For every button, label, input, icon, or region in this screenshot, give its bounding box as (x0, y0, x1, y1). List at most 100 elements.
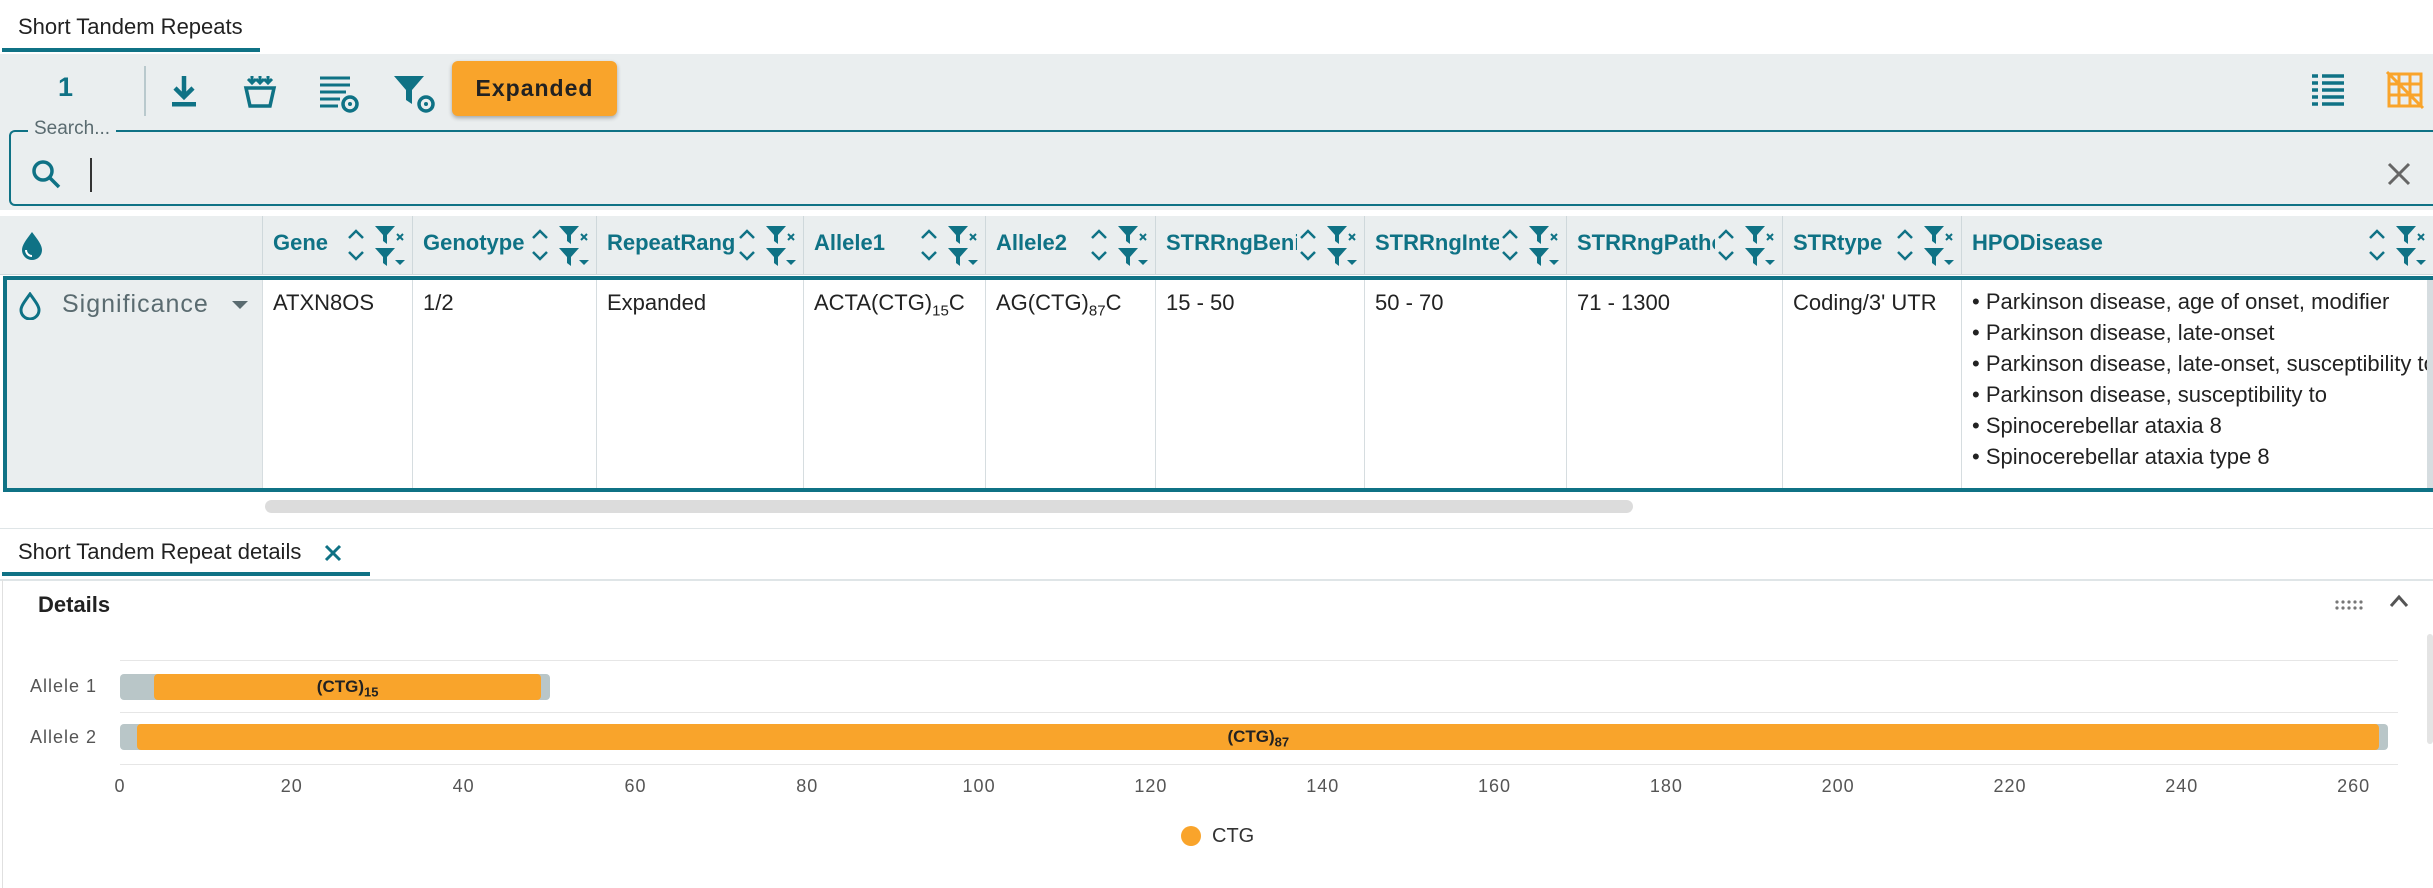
column-label: STRRngInter… (1375, 230, 1499, 255)
download-icon[interactable] (160, 68, 208, 116)
allele2-count: 87 (1088, 302, 1106, 320)
list-view-icon[interactable] (2310, 70, 2346, 110)
tab-short-tandem-repeats[interactable]: Short Tandem Repeats (2, 6, 260, 52)
repeat-label: (CTG) (1227, 727, 1275, 746)
column-label: STRRngPatho (1577, 230, 1715, 255)
cell-benign: 15 - 50 (1155, 280, 1364, 488)
sort-filter-icon[interactable] (732, 220, 802, 270)
horizontal-scrollbar[interactable] (265, 500, 1633, 513)
hpo-item: • Parkinson disease, late-onset, suscept… (1972, 351, 2427, 376)
sort-filter-icon[interactable] (1084, 220, 1154, 270)
chart-gridline (120, 764, 2398, 765)
search-input[interactable] (90, 158, 2346, 192)
hpo-item: • Spinocerebellar ataxia 8 (1972, 413, 2222, 438)
cell-repeat-range: Expanded (596, 280, 803, 488)
expanded-filter-button[interactable]: Expanded (452, 61, 617, 116)
legend-marker-ctg[interactable] (1181, 826, 1201, 846)
cell-gene: ATXN8OS (262, 280, 412, 488)
hpo-item: • Spinocerebellar ataxia type 8 (1972, 444, 2270, 469)
clear-search-icon[interactable] (2385, 160, 2413, 188)
column-settings-icon[interactable] (314, 68, 362, 116)
column-label: STRtype (1793, 230, 1883, 255)
grid-off-icon[interactable] (2385, 70, 2425, 110)
x-tick-label: 0 (114, 776, 126, 796)
search-label: Search... (28, 118, 117, 140)
allele-2-label: Allele 2 (30, 727, 98, 747)
drag-handle-icon[interactable] (2334, 598, 2364, 612)
sort-filter-icon[interactable] (1890, 220, 1960, 270)
repeat-count: 15 (364, 684, 379, 700)
details-title: Details (38, 592, 111, 617)
details-scrollbar[interactable] (2427, 634, 2433, 744)
allele2-prefix: AG(CTG) (996, 290, 1089, 315)
x-tick-label: 200 (1821, 776, 1855, 796)
column-header-strtype[interactable]: STRtype (1782, 216, 1961, 274)
toolbar-divider (144, 66, 146, 116)
vertical-scrollbar[interactable] (2427, 280, 2433, 488)
cell-genotype: 1/2 (412, 280, 596, 488)
repeat-bar-ctg[interactable]: (CTG)15 (154, 674, 541, 700)
cell-pathogenic: 71 - 1300 (1566, 280, 1782, 488)
column-header-gene[interactable]: Gene (262, 216, 412, 274)
x-tick-label: 120 (1134, 776, 1168, 796)
sort-filter-icon[interactable] (1495, 220, 1565, 270)
chevron-down-icon[interactable] (230, 298, 250, 312)
column-label: RepeatRange… (607, 230, 736, 255)
hpo-item: • Parkinson disease, susceptibility to (1972, 382, 2327, 407)
sort-filter-icon[interactable] (1293, 220, 1363, 270)
sort-filter-icon[interactable] (2362, 220, 2432, 270)
column-header-allele1[interactable]: Allele1 (803, 216, 985, 274)
allele1-prefix: ACTA(CTG) (814, 290, 933, 315)
x-tick-label: 20 (280, 776, 303, 796)
tab-str-details[interactable]: Short Tandem Repeat details (2, 532, 370, 576)
sort-filter-icon[interactable] (914, 220, 984, 270)
x-tick-label: 80 (796, 776, 819, 796)
sort-filter-icon[interactable] (341, 220, 411, 270)
cell-intermediate: 50 - 70 (1364, 280, 1566, 488)
allele2-suffix: C (1105, 290, 1122, 315)
column-label: HPODisease (1972, 230, 2103, 255)
sort-filter-icon[interactable] (525, 220, 595, 270)
column-header-genotype[interactable]: Genotype (412, 216, 596, 274)
column-label: Genotype (423, 230, 525, 255)
search-icon (32, 160, 61, 189)
repeat-bar-ctg[interactable]: (CTG)87 (137, 724, 2380, 750)
column-header-str-pathogenic[interactable]: STRRngPatho (1566, 216, 1782, 274)
repeat-count: 87 (1274, 734, 1290, 750)
x-tick-label: 180 (1649, 776, 1683, 796)
cell-hpo-disease: • Parkinson disease, age of onset, modif… (1961, 280, 2427, 488)
column-label: STRRngBenign (1166, 230, 1297, 255)
details-tab-label: Short Tandem Repeat details (18, 539, 302, 564)
chart-gridline (120, 712, 2398, 713)
drop-icon (19, 292, 41, 320)
column-header-str-intermediate[interactable]: STRRngInter… (1364, 216, 1566, 274)
column-label: Gene (273, 230, 329, 255)
close-icon[interactable] (322, 542, 344, 564)
allele1-count: 15 (932, 302, 949, 320)
x-tick-label: 260 (2337, 776, 2371, 796)
column-header-repeat-range[interactable]: RepeatRange… (596, 216, 803, 274)
chart-gridline (120, 660, 2398, 661)
legend-label-ctg[interactable]: CTG (1212, 825, 1254, 848)
column-label: Allele2 (996, 230, 1067, 255)
filter-settings-icon[interactable] (390, 68, 438, 116)
allele1-suffix: C (948, 290, 965, 315)
x-tick-label: 60 (624, 776, 647, 796)
column-label: Allele1 (814, 230, 885, 255)
significance-group-icon[interactable] (20, 230, 46, 260)
hpo-item: • Parkinson disease, age of onset, modif… (1972, 289, 2390, 314)
x-tick-label: 40 (452, 776, 475, 796)
column-header-str-benign[interactable]: STRRngBenign (1155, 216, 1364, 274)
column-header-allele2[interactable]: Allele2 (985, 216, 1155, 274)
x-tick-label: 220 (1993, 776, 2027, 796)
sort-filter-icon[interactable] (1711, 220, 1781, 270)
x-tick-label: 140 (1306, 776, 1340, 796)
tab-bar (0, 0, 2433, 56)
chevron-up-icon[interactable] (2388, 592, 2410, 610)
allele-1-label: Allele 1 (30, 676, 98, 696)
basket-icon[interactable] (236, 68, 284, 116)
repeat-label: (CTG) (316, 677, 365, 696)
column-header-hpo-disease[interactable]: HPODisease (1961, 216, 2433, 274)
x-tick-label: 100 (962, 776, 996, 796)
result-count: 1 (58, 72, 74, 102)
